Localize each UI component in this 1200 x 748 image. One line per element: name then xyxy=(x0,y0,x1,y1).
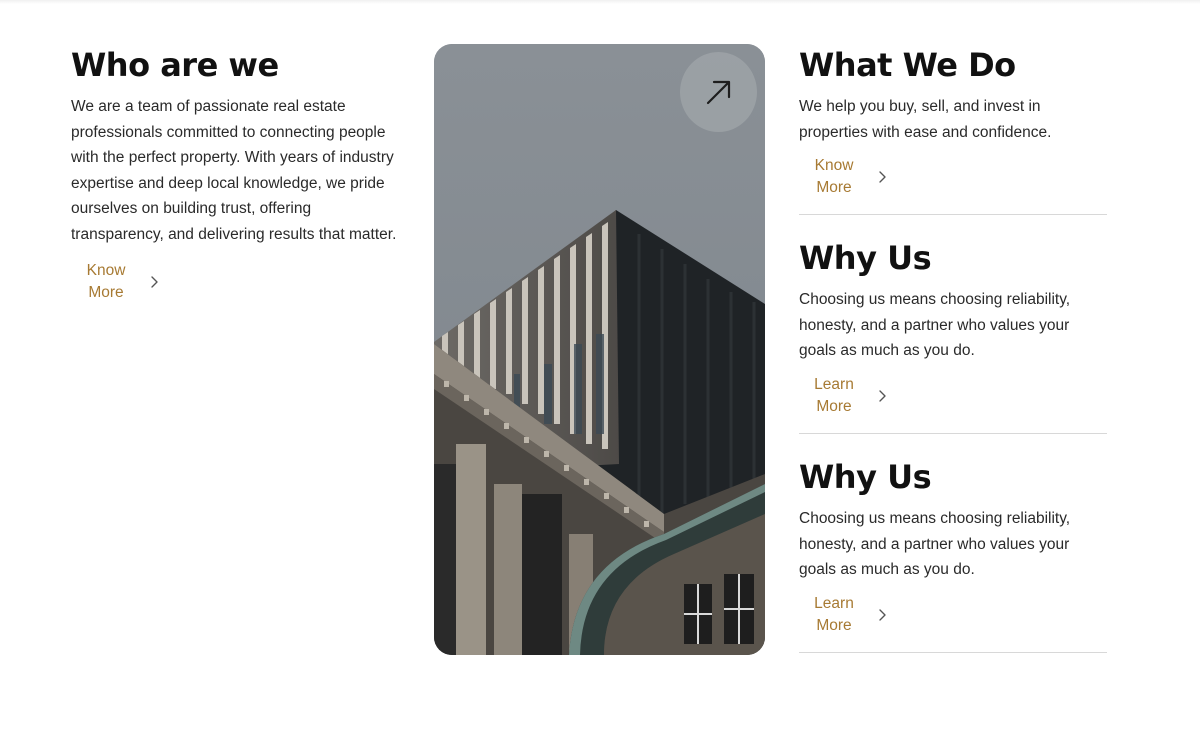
open-arrow-button[interactable] xyxy=(680,52,757,132)
right-column: What We Do We help you buy, sell, and in… xyxy=(799,44,1107,653)
what-we-do-body: We help you buy, sell, and invest in pro… xyxy=(799,98,1052,141)
learn-more-label: Learn More xyxy=(814,375,854,415)
learn-more-label: Learn More xyxy=(814,594,854,634)
arrow-up-right-icon xyxy=(706,80,730,105)
know-more-label: Know More xyxy=(86,261,126,301)
top-shadow xyxy=(0,0,1200,4)
chevron-right-icon xyxy=(879,390,886,402)
why-us-body: Choosing us means choosing reliability, … xyxy=(799,291,1071,360)
what-we-do-block: What We Do We help you buy, sell, and in… xyxy=(799,44,1107,216)
why-us-block-2: Why Us Choosing us means choosing reliab… xyxy=(799,456,1107,653)
chevron-right-icon xyxy=(879,171,886,183)
page: Who are we We are a team of passionate r… xyxy=(0,0,1200,748)
why-us-learn-more-link[interactable]: Learn More xyxy=(799,374,1107,418)
why-us-title: Why Us xyxy=(799,457,932,496)
why-us-title: Why Us xyxy=(799,239,932,278)
what-we-do-know-more-link[interactable]: Know More xyxy=(799,155,1107,199)
why-us-learn-more-link[interactable]: Learn More xyxy=(799,593,1107,637)
why-us-body: Choosing us means choosing reliability, … xyxy=(799,509,1071,579)
chevron-right-icon xyxy=(151,275,158,288)
chevron-right-icon xyxy=(879,609,886,621)
building-image-card[interactable] xyxy=(434,44,765,655)
why-us-block-1: Why Us Choosing us means choosing reliab… xyxy=(799,237,1107,434)
who-are-we-title: Who are we xyxy=(71,46,279,84)
know-more-label: Know More xyxy=(814,157,854,197)
who-are-we-body: We are a team of passionate real estate … xyxy=(71,98,397,243)
who-know-more-link[interactable]: Know More xyxy=(71,260,401,304)
what-we-do-title: What We Do xyxy=(799,46,1016,84)
building-photo xyxy=(434,44,765,655)
who-are-we-section: Who are we We are a team of passionate r… xyxy=(71,44,401,304)
